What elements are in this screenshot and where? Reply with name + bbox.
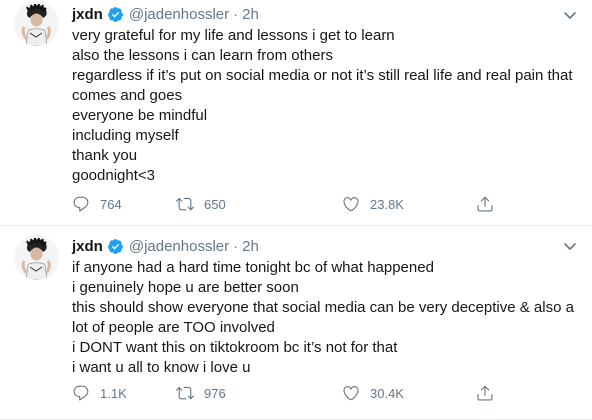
tweet-line: very grateful for my life and lessons i …	[72, 27, 395, 44]
reply-icon	[73, 196, 89, 212]
retweet-icon	[176, 197, 194, 211]
tweet-line: if anyone had a hard time tonight bc of …	[72, 259, 434, 276]
display-name[interactable]: jxdn	[72, 6, 103, 23]
handle[interactable]: @jadenhossler	[129, 6, 229, 23]
tweet-text: very grateful for my life and lessons i …	[72, 26, 580, 186]
tweet-line: thank you	[72, 147, 138, 164]
retweet-count: 650	[204, 196, 226, 212]
tweet-header: jxdn @jadenhossler · 2h	[72, 236, 259, 256]
tweet-line: also the lessons i can learn from others	[72, 47, 333, 64]
tweet-line: i genuinely hope u are better soon	[72, 279, 299, 296]
separator-dot: ·	[233, 237, 239, 255]
handle[interactable]: @jadenhossler	[129, 238, 229, 255]
tweet-line: goodnight<3	[72, 167, 155, 184]
tweet[interactable]: jxdn @jadenhossler · 2h if anyone had a …	[0, 227, 592, 420]
share-button[interactable]	[476, 383, 494, 403]
share-button[interactable]	[476, 194, 494, 214]
retweet-button[interactable]: 976	[176, 383, 226, 403]
verified-icon	[107, 6, 123, 22]
reply-button[interactable]: 764	[72, 194, 122, 214]
tweet-actions: 1.1K 976 30.4K	[72, 383, 512, 403]
tweet-actions: 764 650 23.8K	[72, 194, 512, 214]
tweet-line: i want u all to know i love u	[72, 359, 251, 376]
retweet-button[interactable]: 650	[176, 194, 226, 214]
verified-icon	[107, 238, 123, 254]
caret-down-icon[interactable]	[562, 7, 578, 23]
share-icon	[477, 385, 493, 401]
tweet-text: if anyone had a hard time tonight bc of …	[72, 258, 580, 378]
tweet-line: lot of people are TOO involved	[72, 319, 275, 336]
tweet-line: this should show everyone that social me…	[72, 299, 574, 316]
like-button[interactable]: 30.4K	[342, 383, 404, 403]
tweet-line: comes and goes	[72, 87, 183, 104]
reply-button[interactable]: 1.1K	[72, 383, 127, 403]
timestamp[interactable]: 2h	[242, 6, 259, 23]
like-button[interactable]: 23.8K	[342, 194, 404, 214]
tweet-line: everyone be mindful	[72, 107, 208, 124]
avatar[interactable]	[14, 1, 59, 46]
retweet-icon	[176, 386, 194, 400]
display-name[interactable]: jxdn	[72, 238, 103, 255]
reply-count: 764	[100, 196, 122, 212]
like-icon	[343, 197, 359, 212]
reply-count: 1.1K	[100, 385, 127, 401]
timestamp[interactable]: 2h	[242, 238, 259, 255]
tweet-line: including myself	[72, 127, 179, 144]
like-icon	[343, 386, 359, 401]
retweet-count: 976	[204, 385, 226, 401]
separator-dot: ·	[233, 5, 239, 23]
share-icon	[477, 196, 493, 212]
like-count: 30.4K	[370, 385, 404, 401]
tweet-line: regardless if it’s put on social media o…	[72, 67, 573, 84]
tweet-line: i DONT want this on tiktokroom bc it’s n…	[72, 339, 398, 356]
tweet[interactable]: jxdn @jadenhossler · 2h very grateful fo…	[0, 0, 592, 226]
avatar[interactable]	[14, 235, 59, 280]
like-count: 23.8K	[370, 196, 404, 212]
caret-down-icon[interactable]	[562, 238, 578, 254]
reply-icon	[73, 385, 89, 401]
tweet-header: jxdn @jadenhossler · 2h	[72, 4, 259, 24]
